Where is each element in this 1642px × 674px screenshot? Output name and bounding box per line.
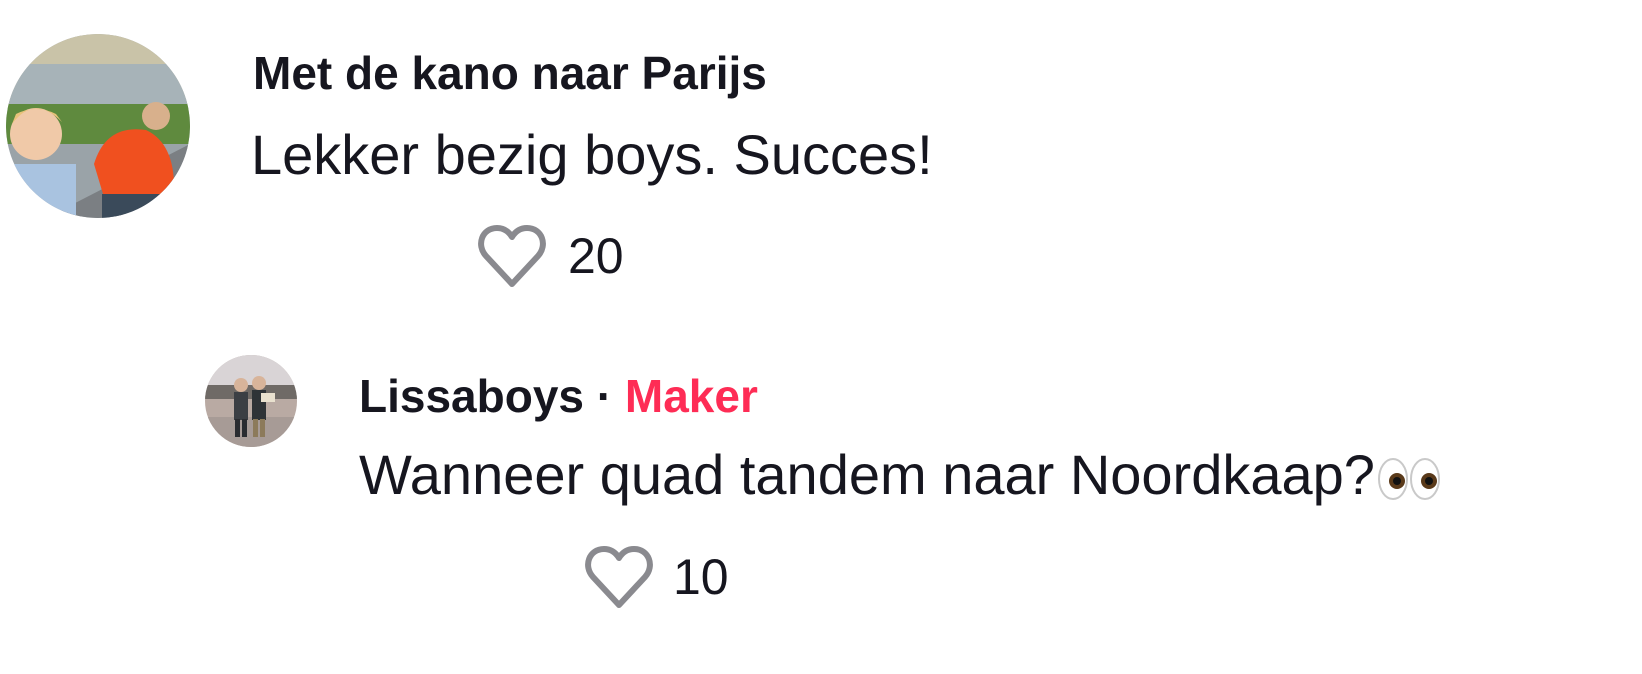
comment-text-content: Wanneer quad tandem naar Noordkaap? xyxy=(359,443,1375,506)
like-button[interactable]: 20 xyxy=(478,224,624,288)
eyes-emoji-icon xyxy=(1377,458,1440,501)
creator-badge: Maker xyxy=(624,370,758,422)
separator-dot: · xyxy=(596,370,613,422)
avatar-photo xyxy=(6,34,190,218)
comment-header: Lissaboys · Maker xyxy=(359,369,758,423)
like-count: 20 xyxy=(568,228,624,284)
comment-username[interactable]: Lissaboys xyxy=(359,370,584,422)
avatar[interactable] xyxy=(6,34,190,218)
heart-outline-icon xyxy=(585,546,653,608)
comment-text: Lekker bezig boys. Succes! xyxy=(251,123,933,186)
avatar-photo xyxy=(205,355,297,447)
like-button[interactable]: 10 xyxy=(585,545,729,609)
comment-username[interactable]: Met de kano naar Parijs xyxy=(253,46,767,100)
heart-outline-icon xyxy=(478,225,546,287)
comment-text: Wanneer quad tandem naar Noordkaap? 👀 xyxy=(359,442,1441,507)
like-count: 10 xyxy=(673,549,729,605)
avatar[interactable] xyxy=(205,355,297,447)
